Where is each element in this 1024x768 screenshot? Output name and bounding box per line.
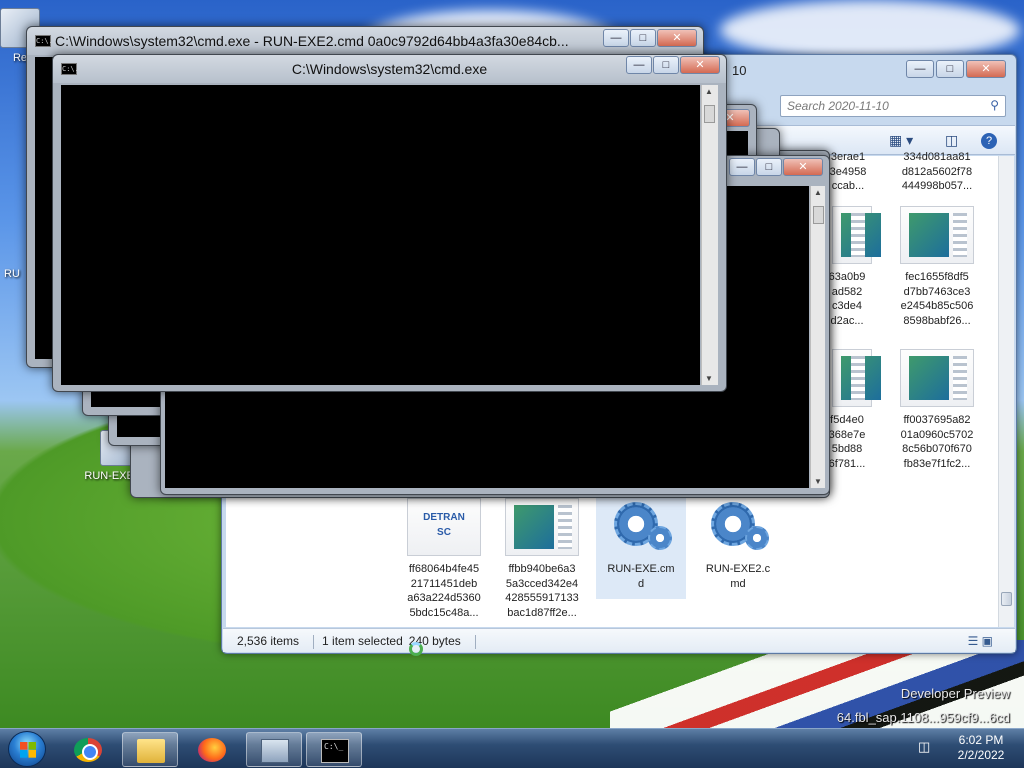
items-count: 2,536 items: [237, 634, 300, 648]
maximize-button[interactable]: □: [653, 56, 679, 74]
file-name-line: ff0037695a82: [903, 414, 971, 426]
detran-thumbnail: DETRAN SC: [407, 498, 481, 556]
clock-time: 6:02 PM: [958, 733, 1004, 747]
taskbar-explorer[interactable]: [122, 732, 178, 767]
scrollbar-thumb[interactable]: [1001, 592, 1012, 606]
file-name-line: d: [637, 577, 645, 590]
file-name-line: 428555917133: [505, 592, 579, 604]
search-icon[interactable]: ⚲: [990, 98, 999, 112]
search-input[interactable]: Search 2020-11-10 ⚲: [780, 95, 1006, 117]
file-name-line: ff68064b4fe45: [408, 563, 480, 575]
view-options-icon[interactable]: ▦ ▾: [889, 132, 913, 149]
selection-info: 1 item selected: [322, 634, 403, 648]
file-name-line: RUN-EXE2.c: [705, 563, 771, 575]
search-placeholder: Search 2020-11-10: [787, 99, 889, 113]
chrome-icon: [74, 738, 102, 762]
caption-buttons: — □ ✕: [729, 158, 823, 176]
cmd-icon: C:\.: [35, 35, 53, 47]
desktop-icon-label: RU: [4, 268, 20, 280]
watermark-line1: Developer Preview: [900, 686, 1010, 701]
file-name-line: a63a224d5360: [407, 592, 481, 604]
batch-file-icon: [701, 498, 775, 556]
window-title: C:\Windows\system32\cmd.exe: [291, 61, 488, 77]
taskbar-task-manager[interactable]: [246, 732, 302, 767]
firefox-icon: [198, 738, 226, 762]
caption-buttons: — □ ✕: [626, 56, 720, 74]
maximize-button[interactable]: □: [630, 29, 656, 47]
file-name-line: d812a5602f78: [901, 165, 973, 178]
close-button[interactable]: ✕: [966, 60, 1006, 78]
taskbar-firefox[interactable]: [184, 732, 240, 767]
file-name-line: 5bdc15c48a...: [409, 606, 479, 619]
minimize-button[interactable]: —: [729, 158, 755, 176]
close-button[interactable]: ✕: [657, 29, 697, 47]
file-name-line: fec1655f8df5: [905, 271, 969, 283]
file-name-line: e2454b85c506: [900, 300, 974, 312]
window-title-bar[interactable]: C:\. C:\Windows\system32\cmd.exe - RUN-E…: [27, 27, 703, 55]
busy-cursor-icon: [409, 642, 423, 656]
close-button[interactable]: ✕: [783, 158, 823, 176]
status-bar: 2,536 items 1 item selected 240 bytes ☰ ▣: [223, 628, 1015, 652]
file-name-line: 8598babf26...: [903, 314, 971, 327]
monitor-icon: [261, 739, 289, 763]
file-name-line: RUN-EXE.cm: [607, 563, 675, 575]
document-thumbnail: [505, 498, 579, 556]
maximize-button[interactable]: □: [936, 60, 964, 78]
file-item[interactable]: 334d081aa81 d812a5602f78 444998b057...: [892, 150, 982, 194]
clock-date: 2/2/2022: [957, 748, 1005, 762]
cloud: [720, 0, 1020, 60]
maximize-button[interactable]: □: [756, 158, 782, 176]
file-name-line: bac1d87ff2e...: [507, 606, 577, 619]
file-item-selected[interactable]: RUN-EXE.cm d: [596, 498, 686, 599]
cmd-icon: C:\.: [61, 63, 79, 75]
folder-icon: [137, 739, 165, 763]
desktop-icon-label: Re: [12, 52, 28, 64]
file-name-line: 01a0960c5702: [900, 428, 974, 441]
file-item[interactable]: ffbb940be6a3 5a3cced342e4 428555917133 b…: [497, 498, 587, 620]
file-name-line: 8c56b070f670: [902, 443, 972, 455]
document-thumbnail: [900, 349, 974, 407]
file-item[interactable]: RUN-EXE2.c md: [693, 498, 783, 591]
close-button[interactable]: ✕: [680, 56, 720, 74]
network-icon[interactable]: ◫: [918, 739, 934, 755]
window-title: C:\Windows\system32\cmd.exe - RUN-EXE2.c…: [55, 33, 569, 49]
console-scrollbar[interactable]: ▲▼: [810, 186, 825, 488]
file-name-line: 21711451deb: [410, 577, 478, 590]
minimize-button[interactable]: —: [603, 29, 629, 47]
console-output[interactable]: [61, 85, 700, 385]
file-name-line: 334d081aa81: [903, 151, 971, 163]
document-thumbnail: [900, 206, 974, 264]
file-name-line: fb83e7f1fc2...: [903, 457, 971, 470]
taskbar-chrome[interactable]: [60, 732, 116, 767]
file-item[interactable]: ff0037695a82 01a0960c5702 8c56b070f670 f…: [892, 349, 982, 471]
file-name-line: 444998b057...: [901, 180, 973, 192]
file-name-line: md: [730, 577, 746, 590]
explorer-scrollbar[interactable]: [998, 156, 1014, 627]
document-thumbnail: [832, 349, 881, 407]
caption-buttons: — □ ✕: [603, 29, 697, 47]
cmd-icon: C:\_: [321, 739, 349, 763]
file-item[interactable]: fec1655f8df5 d7bb7463ce3 e2454b85c506 85…: [892, 206, 982, 328]
document-thumbnail: [832, 206, 881, 264]
view-toggle-icons[interactable]: ☰ ▣: [968, 634, 993, 648]
file-name-line: d7bb7463ce3: [903, 285, 971, 298]
taskbar-cmd[interactable]: C:\_: [306, 732, 362, 767]
taskbar: C:\_ ◫ 6:02 PM 2/2/2022: [0, 728, 1024, 768]
console-scrollbar[interactable]: ▲▼: [701, 85, 718, 385]
explorer-caption-buttons: — □ ✕: [906, 60, 1006, 78]
start-button[interactable]: [8, 731, 46, 767]
system-clock[interactable]: 6:02 PM 2/2/2022: [946, 733, 1016, 763]
cmd-window-front: C:\. C:\Windows\system32\cmd.exe — □ ✕ ▲…: [52, 54, 727, 392]
minimize-button[interactable]: —: [906, 60, 934, 78]
help-icon[interactable]: ?: [981, 133, 997, 149]
file-name-line: 5a3cced342e4: [505, 577, 579, 590]
batch-file-icon: [604, 498, 678, 556]
file-item[interactable]: DETRAN SC ff68064b4fe45 21711451deb a63a2…: [399, 498, 489, 620]
minimize-button[interactable]: —: [626, 56, 652, 74]
preview-pane-icon[interactable]: ◫: [945, 132, 958, 149]
file-name-line: ffbb940be6a3: [508, 563, 576, 575]
watermark-line2: 64.fbl_sap.1108...959cf9...6cd: [836, 710, 1010, 725]
explorer-title-partial: 10: [732, 63, 747, 78]
